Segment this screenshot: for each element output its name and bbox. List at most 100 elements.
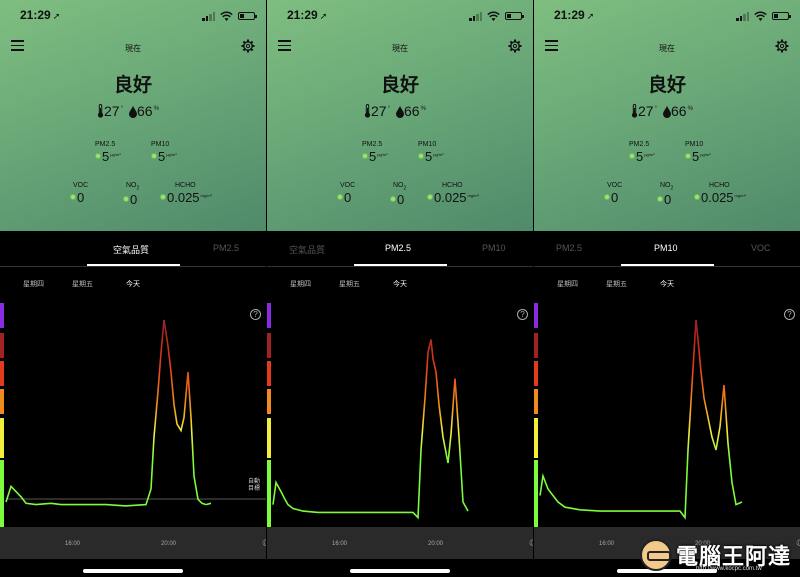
metric-hcho: HCHO 0.025mg/m³ [160,182,212,205]
location-arrow-icon: ➚ [52,11,61,21]
metric-no2: NO2 0 [390,182,406,207]
metric-voc: VOC 0 [70,182,88,205]
history-series-line [539,319,743,520]
day-friday[interactable]: 星期五 [339,279,360,289]
humidity-value: 66 [670,103,687,119]
good-status-dot [95,153,101,159]
metric-hcho: HCHO 0.025mg/m³ [427,182,479,205]
scale-unhealthy-sensitive [267,389,271,414]
tab-right[interactable]: VOC [751,243,771,253]
history-chart [534,303,743,528]
status-bar: 21:29 ➚ [534,8,800,24]
tab-active[interactable]: 空氣品質 [113,243,149,256]
gear-icon[interactable] [241,39,255,53]
home-indicator[interactable] [350,569,450,573]
temperature-value: 27 [104,103,120,119]
home-indicator[interactable] [83,569,183,573]
tick-label-1600: 16:00 [599,541,615,547]
scale-moderate [0,418,4,458]
screen-pm25: 21:29 ➚ 現在 良好 27° 66% PM2.5 5μg/m³ PM10 5μ… [267,0,533,577]
night-moon-icon: ☾ [529,538,533,549]
good-status-dot [685,153,691,159]
history-chart [267,303,469,528]
scale-unhealthy-sensitive [0,389,4,414]
day-thursday[interactable]: 星期四 [23,279,44,289]
battery-icon [505,12,524,20]
good-status-dot [694,194,700,200]
tick-label-1600: 16:00 [65,541,81,547]
scale-hazardous [0,303,4,328]
metric-pm10: PM10 5μg/m³ [418,141,444,164]
status-bar: 21:29 ➚ [267,8,533,24]
day-today[interactable]: 今天 [660,279,674,289]
location-arrow-icon: ➚ [319,11,328,21]
history-series-line [272,339,469,520]
good-status-dot [160,194,166,200]
cellular-signal-icon [736,12,750,21]
good-status-dot [123,196,129,203]
tab-left[interactable]: 空氣品質 [289,243,325,256]
day-thursday[interactable]: 星期四 [290,279,311,289]
tick-label-1600: 16:00 [332,541,348,547]
night-moon-icon: ☾ [262,538,266,549]
environment-readout: 27° 66% [97,103,159,119]
metric-tabs: PM2.5 PM10 VOC [534,232,800,266]
metric-pm25: PM2.5 5μg/m³ [362,141,388,164]
scale-unhealthy [0,361,4,386]
day-today[interactable]: 今天 [126,279,140,289]
gear-icon[interactable] [775,39,789,53]
tabs-divider [534,266,800,267]
humidity-value: 66 [136,103,153,119]
thermometer-icon [97,104,104,118]
environment-readout: 27° 66% [364,103,426,119]
day-today[interactable]: 今天 [393,279,407,289]
time-axis: 16:00 20:00 ☾ [0,527,266,559]
tab-active[interactable]: PM10 [654,243,678,253]
thermometer-icon [364,104,371,118]
good-status-dot [657,196,663,203]
air-quality-status: 良好 [647,75,686,96]
good-status-dot [151,153,157,159]
scale-very-unhealthy [267,333,271,358]
status-time: 21:29 ➚ [287,8,328,22]
humidity-drop-icon [128,106,137,118]
screen-air-quality: 21:29 ➚ 現在 良好 27° 66% PM2.5 5μg/m³ PM10 5μ… [0,0,266,577]
battery-icon [772,12,791,20]
gear-icon[interactable] [508,39,522,53]
good-status-dot [362,153,368,159]
watermark-logo: 電腦王阿達 http://www.kocpc.com.tw [636,535,800,577]
target-label: 自動 目標 [248,479,261,492]
metric-no2: NO2 0 [657,182,673,207]
good-status-dot [418,153,424,159]
scale-hazardous [267,303,271,328]
tick-label-2000: 20:00 [428,541,444,547]
metric-pm25: PM2.5 5μg/m³ [629,141,655,164]
status-bar: 21:29 ➚ [0,8,266,24]
time-axis: 16:00 20:00 ☾ [267,527,533,559]
scale-unhealthy-sensitive [534,389,538,414]
tick-label-2000: 20:00 [161,541,177,547]
metric-pm10: PM10 5μg/m³ [685,141,711,164]
screen-pm10: 21:29 ➚ 現在 良好 27° 66% PM2.5 5μg/m³ PM10 5μ… [534,0,800,577]
cellular-signal-icon [202,12,216,21]
metric-tabs: 空氣品質 PM2.5 [0,232,266,266]
history-series-line [5,319,212,507]
thermometer-icon [631,104,638,118]
scale-hazardous [534,303,538,328]
tabs-divider [0,266,266,267]
day-thursday[interactable]: 星期四 [557,279,578,289]
tab-right[interactable]: PM10 [482,243,506,253]
metric-pm10: PM10 5μg/m³ [151,141,177,164]
aqi-color-scale [267,303,271,528]
metric-pm25: PM2.5 5μg/m³ [95,141,121,164]
tab-right[interactable]: PM2.5 [213,243,239,253]
tab-left[interactable]: PM2.5 [556,243,582,253]
page-title: 現在 [125,44,141,53]
good-status-dot [604,194,610,200]
metric-voc: VOC 0 [604,182,622,205]
day-friday[interactable]: 星期五 [72,279,93,289]
scale-unhealthy [534,361,538,386]
tab-active[interactable]: PM2.5 [385,243,411,253]
day-friday[interactable]: 星期五 [606,279,627,289]
wifi-icon [754,11,767,21]
